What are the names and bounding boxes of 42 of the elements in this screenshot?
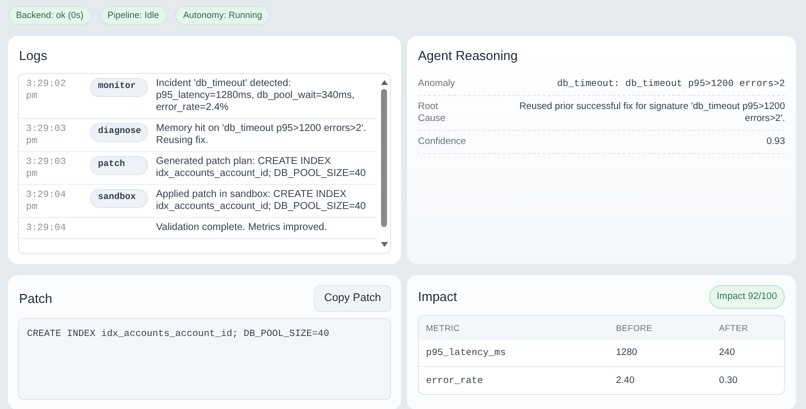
column-header: AFTER — [719, 322, 749, 335]
copy-patch-button[interactable]: Copy Patch — [314, 285, 391, 312]
impact-badge: Impact 92/100 — [708, 285, 785, 310]
table-cell-text: 0.30 — [719, 374, 738, 388]
scrollbar-thumb[interactable] — [381, 88, 387, 226]
field-label: Root Cause — [418, 100, 446, 124]
log-time: 3:29:03 pm — [26, 156, 67, 180]
stage-tag: diagnose — [90, 122, 148, 142]
table-cell-text: p95_latency_ms — [426, 346, 507, 360]
stage-tag: sandbox — [90, 188, 148, 208]
log-time: 3:29:04 — [26, 222, 67, 234]
card-title: Patch — [19, 290, 52, 308]
field-label: Confidence — [418, 136, 467, 148]
table-cell-text: 2.40 — [616, 374, 636, 388]
stage-tag: monitor — [90, 78, 148, 96]
field-value: db_timeout: db_timeout p95>1200 errors>2 — [556, 78, 785, 90]
table-cell-text: 240 — [719, 346, 736, 360]
card-title: Impact — [418, 288, 458, 306]
log-message: Incident 'db_timeout' detected: p95_latency=1280ms, db_pool_wait=340ms, error_rate=2.4% — [156, 78, 356, 114]
log-message: Applied patch in sandbox: CREATE INDEX idx_accounts_account_id; DB_POOL_SIZE=40 — [156, 188, 367, 212]
log-message: Validation complete. Metrics improved. — [156, 222, 328, 234]
card-title: Agent Reasoning — [418, 47, 519, 65]
scroll-down-icon[interactable] — [380, 242, 388, 247]
table-cell-text: 1280 — [616, 346, 638, 360]
column-header: BEFORE — [616, 322, 654, 335]
status-badge: Backend: ok (0s) — [8, 6, 92, 25]
patch-code: CREATE INDEX idx_accounts_account_id; DB_POOL_SIZE=40 — [18, 318, 391, 400]
table-cell-text: error_rate — [426, 374, 484, 388]
field-label: Anomaly — [418, 78, 456, 90]
log-time: 3:29:02 pm — [26, 78, 67, 102]
card-title: Logs — [19, 47, 48, 65]
status-badge: Autonomy: Running — [175, 6, 270, 25]
field-value: 0.93 — [766, 136, 785, 148]
log-message: Memory hit on 'db_timeout p95>1200 errors>2'. Reusing fix. — [156, 122, 368, 146]
log-time: 3:29:03 pm — [26, 122, 67, 146]
field-value: Reused prior successful fix for signature 'db_timeout p95>1200 errors>2'. — [518, 100, 785, 124]
stage-tag: patch — [90, 156, 148, 174]
log-time: 3:29:04 pm — [26, 188, 67, 212]
scroll-up-icon[interactable] — [380, 80, 388, 84]
column-header: METRIC — [426, 322, 461, 335]
log-message: Generated patch plan: CREATE INDEX idx_accounts_account_id; DB_POOL_SIZE=40 — [156, 156, 367, 180]
status-badge: Pipeline: Idle — [100, 6, 168, 25]
